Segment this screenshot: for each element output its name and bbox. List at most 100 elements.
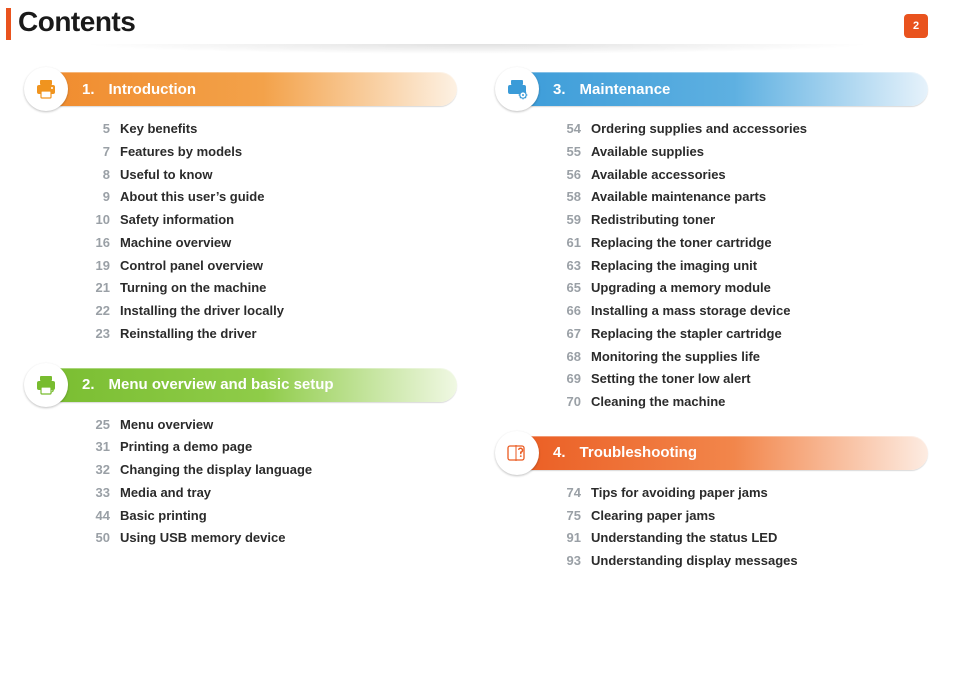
toc-page-number: 70 bbox=[559, 391, 581, 414]
section-header[interactable]: 2. Menu overview and basic setup bbox=[26, 368, 457, 402]
toc-item-label: Installing the driver locally bbox=[120, 300, 284, 323]
toc-item[interactable]: 67 Replacing the stapler cartridge bbox=[559, 323, 928, 346]
toc-item-label: Menu overview bbox=[120, 414, 213, 437]
toc-item-label: Machine overview bbox=[120, 232, 231, 255]
toc-item-label: About this user’s guide bbox=[120, 186, 264, 209]
accent-bar bbox=[6, 8, 11, 40]
section-title: Maintenance bbox=[580, 81, 671, 98]
header: Contents 2 bbox=[0, 0, 954, 44]
toc-item-label: Using USB memory device bbox=[120, 527, 285, 550]
toc-page-number: 19 bbox=[88, 255, 110, 278]
toc-page-number: 33 bbox=[88, 482, 110, 505]
toc-item[interactable]: 21Turning on the machine bbox=[88, 277, 457, 300]
toc-page-number: 7 bbox=[88, 141, 110, 164]
toc-item[interactable]: 63Replacing the imaging unit bbox=[559, 255, 928, 278]
toc-page-number: 59 bbox=[559, 209, 581, 232]
section-number: 2. bbox=[82, 376, 95, 393]
toc-item-label: Available supplies bbox=[591, 141, 704, 164]
section-header[interactable]: 4.Troubleshooting bbox=[497, 436, 928, 470]
toc-item-label: Replacing the stapler cartridge bbox=[591, 323, 782, 346]
toc-item[interactable]: 65 Upgrading a memory module bbox=[559, 277, 928, 300]
toc-item[interactable]: 91Understanding the status LED bbox=[559, 527, 928, 550]
toc-section: 1.Introduction5Key benefits7Features by … bbox=[26, 72, 457, 346]
toc-page-number: 63 bbox=[559, 255, 581, 278]
header-divider bbox=[80, 44, 874, 54]
toc-item[interactable]: 55 Available supplies bbox=[559, 141, 928, 164]
toc-item[interactable]: 33 Media and tray bbox=[88, 482, 457, 505]
toc-item[interactable]: 69Setting the toner low alert bbox=[559, 368, 928, 391]
toc-item[interactable]: 74Tips for avoiding paper jams bbox=[559, 482, 928, 505]
toc-item-label: Redistributing toner bbox=[591, 209, 715, 232]
toc-item[interactable]: 50 Using USB memory device bbox=[88, 527, 457, 550]
toc-item[interactable]: 58Available maintenance parts bbox=[559, 186, 928, 209]
toc-page-number: 68 bbox=[559, 346, 581, 369]
toc-item[interactable]: 44Basic printing bbox=[88, 505, 457, 528]
toc-page-number: 31 bbox=[88, 436, 110, 459]
toc-item[interactable]: 54Ordering supplies and accessories bbox=[559, 118, 928, 141]
printer-setup-icon bbox=[24, 363, 68, 407]
toc-page-number: 58 bbox=[559, 186, 581, 209]
toc-item[interactable]: 31Printing a demo page bbox=[88, 436, 457, 459]
toc-item-label: Control panel overview bbox=[120, 255, 263, 278]
toc-item[interactable]: 25Menu overview bbox=[88, 414, 457, 437]
toc-item-label: Setting the toner low alert bbox=[591, 368, 751, 391]
toc-page-number: 91 bbox=[559, 527, 581, 550]
toc-item[interactable]: 5Key benefits bbox=[88, 118, 457, 141]
toc-item-label: Basic printing bbox=[120, 505, 207, 528]
toc-item[interactable]: 23Reinstalling the driver bbox=[88, 323, 457, 346]
toc-item[interactable]: 56Available accessories bbox=[559, 164, 928, 187]
toc-item-label: Installing a mass storage device bbox=[591, 300, 790, 323]
toc-page-number: 32 bbox=[88, 459, 110, 482]
section-number: 3. bbox=[553, 81, 566, 98]
toc-item[interactable]: 61Replacing the toner cartridge bbox=[559, 232, 928, 255]
section-title: Menu overview and basic setup bbox=[109, 376, 334, 393]
toc-item[interactable]: 22Installing the driver locally bbox=[88, 300, 457, 323]
toc-item[interactable]: 93Understanding display messages bbox=[559, 550, 928, 573]
toc-item[interactable]: 9About this user’s guide bbox=[88, 186, 457, 209]
toc-page-number: 54 bbox=[559, 118, 581, 141]
toc-item[interactable]: 7Features by models bbox=[88, 141, 457, 164]
column: 1.Introduction5Key benefits7Features by … bbox=[26, 72, 457, 595]
page-number-badge: 2 bbox=[904, 14, 928, 38]
toc-item-label: Changing the display language bbox=[120, 459, 312, 482]
toc-item[interactable]: 10 Safety information bbox=[88, 209, 457, 232]
toc-item-label: Safety information bbox=[120, 209, 234, 232]
toc-item[interactable]: 32 Changing the display language bbox=[88, 459, 457, 482]
toc-page-number: 65 bbox=[559, 277, 581, 300]
toc-item[interactable]: 59 Redistributing toner bbox=[559, 209, 928, 232]
toc-page-number: 75 bbox=[559, 505, 581, 528]
section-number: 1. bbox=[82, 81, 95, 98]
toc-page-number: 10 bbox=[88, 209, 110, 232]
toc-page-number: 55 bbox=[559, 141, 581, 164]
toc-section: 2. Menu overview and basic setup 25Menu ov… bbox=[26, 368, 457, 551]
toc-page-number: 21 bbox=[88, 277, 110, 300]
toc-item-label: Upgrading a memory module bbox=[591, 277, 771, 300]
toc-item-label: Available accessories bbox=[591, 164, 726, 187]
toc-list: 54Ordering supplies and accessories55 Ava… bbox=[497, 106, 928, 414]
toc-list: 74Tips for avoiding paper jams75Clearing… bbox=[497, 470, 928, 573]
printer-gear-icon bbox=[495, 67, 539, 111]
toc-item-label: Useful to know bbox=[120, 164, 212, 187]
section-header[interactable]: 1.Introduction bbox=[26, 72, 457, 106]
toc-item[interactable]: 68Monitoring the supplies life bbox=[559, 346, 928, 369]
column: 3. Maintenance 54Ordering supplies and acc… bbox=[497, 72, 928, 595]
toc-section: 4.Troubleshooting74Tips for avoiding pap… bbox=[497, 436, 928, 573]
toc-section: 3. Maintenance 54Ordering supplies and acc… bbox=[497, 72, 928, 414]
section-title: Troubleshooting bbox=[580, 444, 698, 461]
toc-list: 25Menu overview31Printing a demo page32 C… bbox=[26, 402, 457, 551]
toc-item[interactable]: 75Clearing paper jams bbox=[559, 505, 928, 528]
toc-item-label: Key benefits bbox=[120, 118, 197, 141]
toc-item-label: Media and tray bbox=[120, 482, 211, 505]
toc-page-number: 67 bbox=[559, 323, 581, 346]
content-columns: 1.Introduction5Key benefits7Features by … bbox=[0, 60, 954, 595]
section-header[interactable]: 3. Maintenance bbox=[497, 72, 928, 106]
toc-item[interactable]: 19 Control panel overview bbox=[88, 255, 457, 278]
toc-item[interactable]: 66Installing a mass storage device bbox=[559, 300, 928, 323]
toc-page-number: 61 bbox=[559, 232, 581, 255]
toc-item[interactable]: 8Useful to know bbox=[88, 164, 457, 187]
toc-item[interactable]: 16Machine overview bbox=[88, 232, 457, 255]
toc-list: 5Key benefits7Features by models8Useful … bbox=[26, 106, 457, 346]
toc-page-number: 50 bbox=[88, 527, 110, 550]
toc-item-label: Reinstalling the driver bbox=[120, 323, 257, 346]
toc-item[interactable]: 70Cleaning the machine bbox=[559, 391, 928, 414]
